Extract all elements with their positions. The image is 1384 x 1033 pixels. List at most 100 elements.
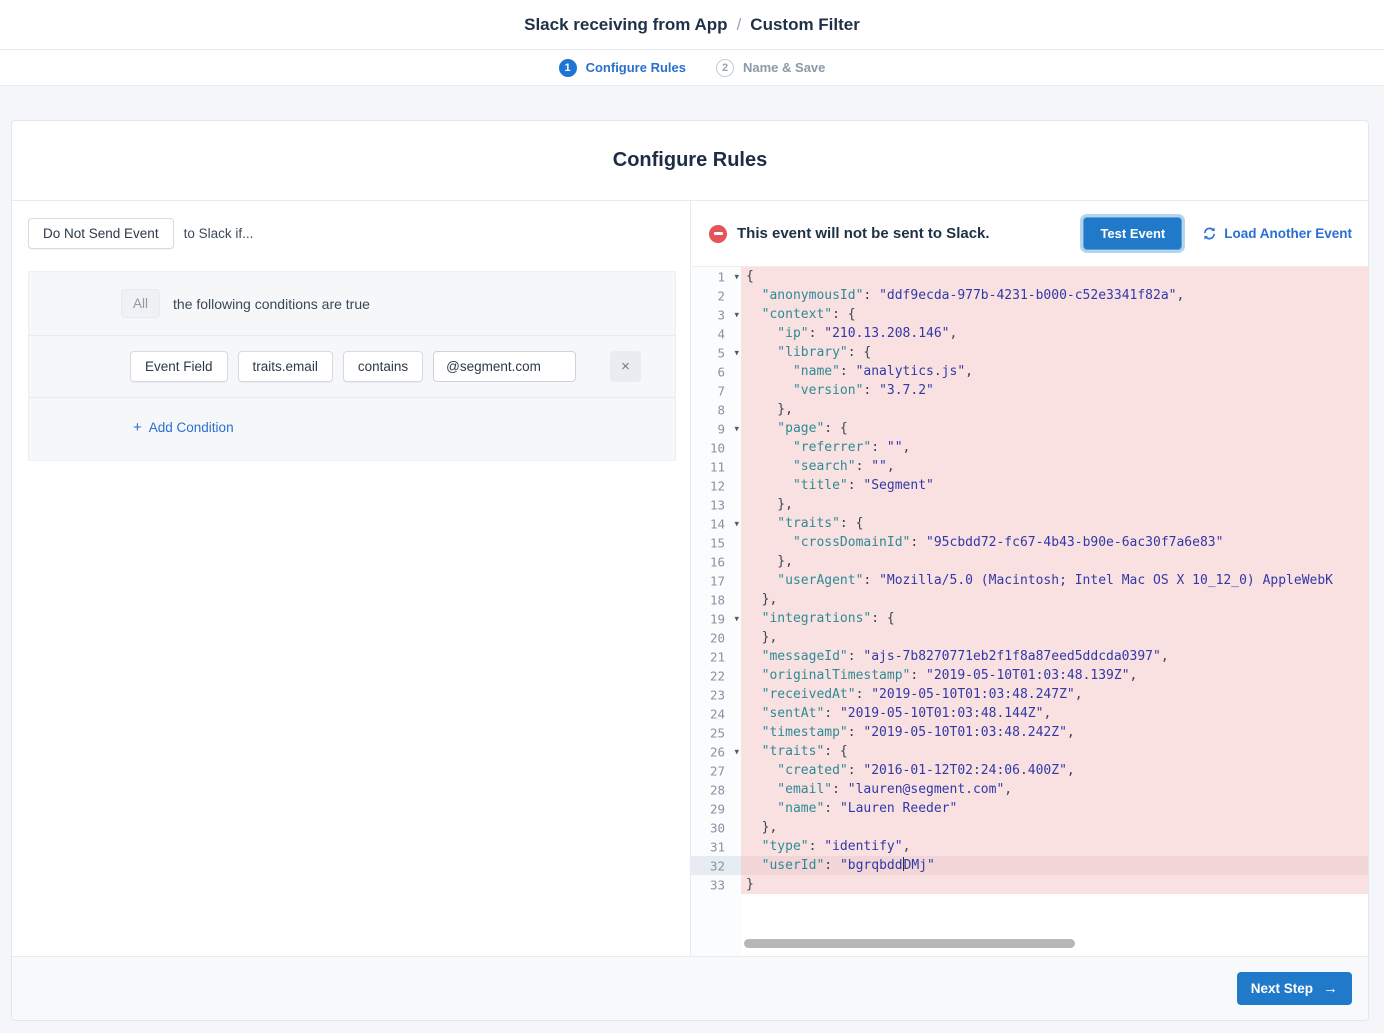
- scrollbar-thumb[interactable]: [744, 939, 1075, 948]
- gutter-line: 30: [691, 818, 741, 837]
- code-line[interactable]: "title": "Segment": [741, 476, 1368, 495]
- preview-status-text: This event will not be sent to Slack.: [737, 225, 990, 242]
- line-number: 12: [710, 478, 725, 493]
- code-line[interactable]: }: [741, 875, 1368, 894]
- next-step-button[interactable]: Next Step →: [1237, 972, 1352, 1005]
- code-line[interactable]: "userId": "bgrqbddDMj": [741, 856, 1368, 875]
- editor-gutter: 1▾23▾45▾6789▾1011121314▾1516171819▾20212…: [691, 267, 741, 956]
- editor-code-area[interactable]: { "anonymousId": "ddf9ecda-977b-4231-b00…: [741, 267, 1368, 956]
- filter-action-button[interactable]: Do Not Send Event: [28, 218, 174, 249]
- breadcrumb-separator: /: [737, 15, 742, 35]
- gutter-line: 27: [691, 761, 741, 780]
- step-2-label: Name & Save: [743, 60, 825, 75]
- code-line[interactable]: "name": "Lauren Reeder": [741, 799, 1368, 818]
- load-another-event-link[interactable]: Load Another Event: [1202, 226, 1352, 241]
- code-line[interactable]: },: [741, 400, 1368, 419]
- add-condition-button[interactable]: + Add Condition: [133, 419, 234, 436]
- plus-icon: +: [133, 419, 142, 436]
- line-number: 22: [710, 668, 725, 683]
- gutter-line: 24: [691, 704, 741, 723]
- line-number: 19: [710, 611, 725, 626]
- condition-field-path-button[interactable]: traits.email: [238, 351, 333, 382]
- code-line[interactable]: "userAgent": "Mozilla/5.0 (Macintosh; In…: [741, 571, 1368, 590]
- gutter-line: 23: [691, 685, 741, 704]
- gutter-line: 31: [691, 837, 741, 856]
- code-line[interactable]: "context": {: [741, 305, 1368, 324]
- code-line[interactable]: {: [741, 267, 1368, 286]
- line-number: 21: [710, 649, 725, 664]
- gutter-line: 4: [691, 324, 741, 343]
- code-line[interactable]: },: [741, 818, 1368, 837]
- fold-arrow-icon[interactable]: ▾: [734, 613, 739, 624]
- code-line[interactable]: "page": {: [741, 419, 1368, 438]
- configure-rules-card: Configure Rules Do Not Send Event to Sla…: [11, 120, 1369, 1021]
- code-line[interactable]: "crossDomainId": "95cbdd72-fc67-4b43-b90…: [741, 533, 1368, 552]
- line-number: 25: [710, 725, 725, 740]
- code-line[interactable]: },: [741, 590, 1368, 609]
- line-number: 26: [710, 744, 725, 759]
- code-line[interactable]: },: [741, 552, 1368, 571]
- code-line[interactable]: "integrations": {: [741, 609, 1368, 628]
- fold-arrow-icon[interactable]: ▾: [734, 518, 739, 529]
- code-line[interactable]: "receivedAt": "2019-05-10T01:03:48.247Z"…: [741, 685, 1368, 704]
- code-line[interactable]: "referrer": "",: [741, 438, 1368, 457]
- breadcrumb: Slack receiving from App / Custom Filter: [524, 15, 860, 35]
- fold-arrow-icon[interactable]: ▾: [734, 309, 739, 320]
- fold-arrow-icon[interactable]: ▾: [734, 746, 739, 757]
- code-line[interactable]: "anonymousId": "ddf9ecda-977b-4231-b000-…: [741, 286, 1368, 305]
- refresh-icon: [1202, 226, 1217, 241]
- arrow-right-icon: →: [1323, 981, 1338, 996]
- step-configure-rules[interactable]: 1 Configure Rules: [559, 59, 686, 77]
- code-line[interactable]: },: [741, 628, 1368, 647]
- line-number: 10: [710, 440, 725, 455]
- code-line[interactable]: "traits": {: [741, 514, 1368, 533]
- gutter-line: 16: [691, 552, 741, 571]
- line-number: 1: [717, 269, 725, 284]
- fold-arrow-icon[interactable]: ▾: [734, 347, 739, 358]
- code-line[interactable]: "name": "analytics.js",: [741, 362, 1368, 381]
- gutter-line: 22: [691, 666, 741, 685]
- code-line[interactable]: "email": "lauren@segment.com",: [741, 780, 1368, 799]
- line-number: 30: [710, 820, 725, 835]
- fold-arrow-icon[interactable]: ▾: [734, 423, 739, 434]
- line-number: 2: [717, 288, 725, 303]
- line-number: 9: [717, 421, 725, 436]
- gutter-line: 20: [691, 628, 741, 647]
- remove-condition-button[interactable]: ×: [610, 351, 641, 382]
- line-number: 27: [710, 763, 725, 778]
- line-number: 14: [710, 516, 725, 531]
- step-name-save[interactable]: 2 Name & Save: [716, 59, 825, 77]
- code-line[interactable]: "messageId": "ajs-7b8270771eb2f1f8a87eed…: [741, 647, 1368, 666]
- code-line[interactable]: "search": "",: [741, 457, 1368, 476]
- line-number: 13: [710, 497, 725, 512]
- fold-arrow-icon[interactable]: ▾: [734, 271, 739, 282]
- filter-action-suffix: to Slack if...: [184, 226, 254, 241]
- gutter-line: 10: [691, 438, 741, 457]
- load-another-event-label: Load Another Event: [1224, 226, 1352, 241]
- code-line[interactable]: "timestamp": "2019-05-10T01:03:48.242Z",: [741, 723, 1368, 742]
- gutter-line: 7: [691, 381, 741, 400]
- condition-field-type-button[interactable]: Event Field: [130, 351, 228, 382]
- code-line[interactable]: },: [741, 495, 1368, 514]
- test-event-button[interactable]: Test Event: [1083, 217, 1182, 250]
- horizontal-scrollbar[interactable]: [741, 939, 1368, 949]
- code-line[interactable]: "traits": {: [741, 742, 1368, 761]
- code-line[interactable]: "version": "3.7.2": [741, 381, 1368, 400]
- line-number: 5: [717, 345, 725, 360]
- code-line[interactable]: "created": "2016-01-12T02:24:06.400Z",: [741, 761, 1368, 780]
- match-type-chip[interactable]: All: [121, 289, 160, 318]
- gutter-line: 33: [691, 875, 741, 894]
- code-line[interactable]: "ip": "210.13.208.146",: [741, 324, 1368, 343]
- gutter-line: 1▾: [691, 267, 741, 286]
- gutter-line: 26 ▾: [691, 742, 741, 761]
- line-number: 32: [710, 858, 725, 873]
- condition-value-input[interactable]: [433, 351, 576, 382]
- condition-operator-button[interactable]: contains: [343, 351, 423, 382]
- code-line[interactable]: "sentAt": "2019-05-10T01:03:48.144Z",: [741, 704, 1368, 723]
- code-line[interactable]: "type": "identify",: [741, 837, 1368, 856]
- code-line[interactable]: "library": {: [741, 343, 1368, 362]
- breadcrumb-integration[interactable]: Slack receiving from App: [524, 15, 727, 35]
- code-line[interactable]: "originalTimestamp": "2019-05-10T01:03:4…: [741, 666, 1368, 685]
- json-event-editor[interactable]: 1▾23▾45▾6789▾1011121314▾1516171819▾20212…: [691, 267, 1368, 956]
- gutter-line: 17: [691, 571, 741, 590]
